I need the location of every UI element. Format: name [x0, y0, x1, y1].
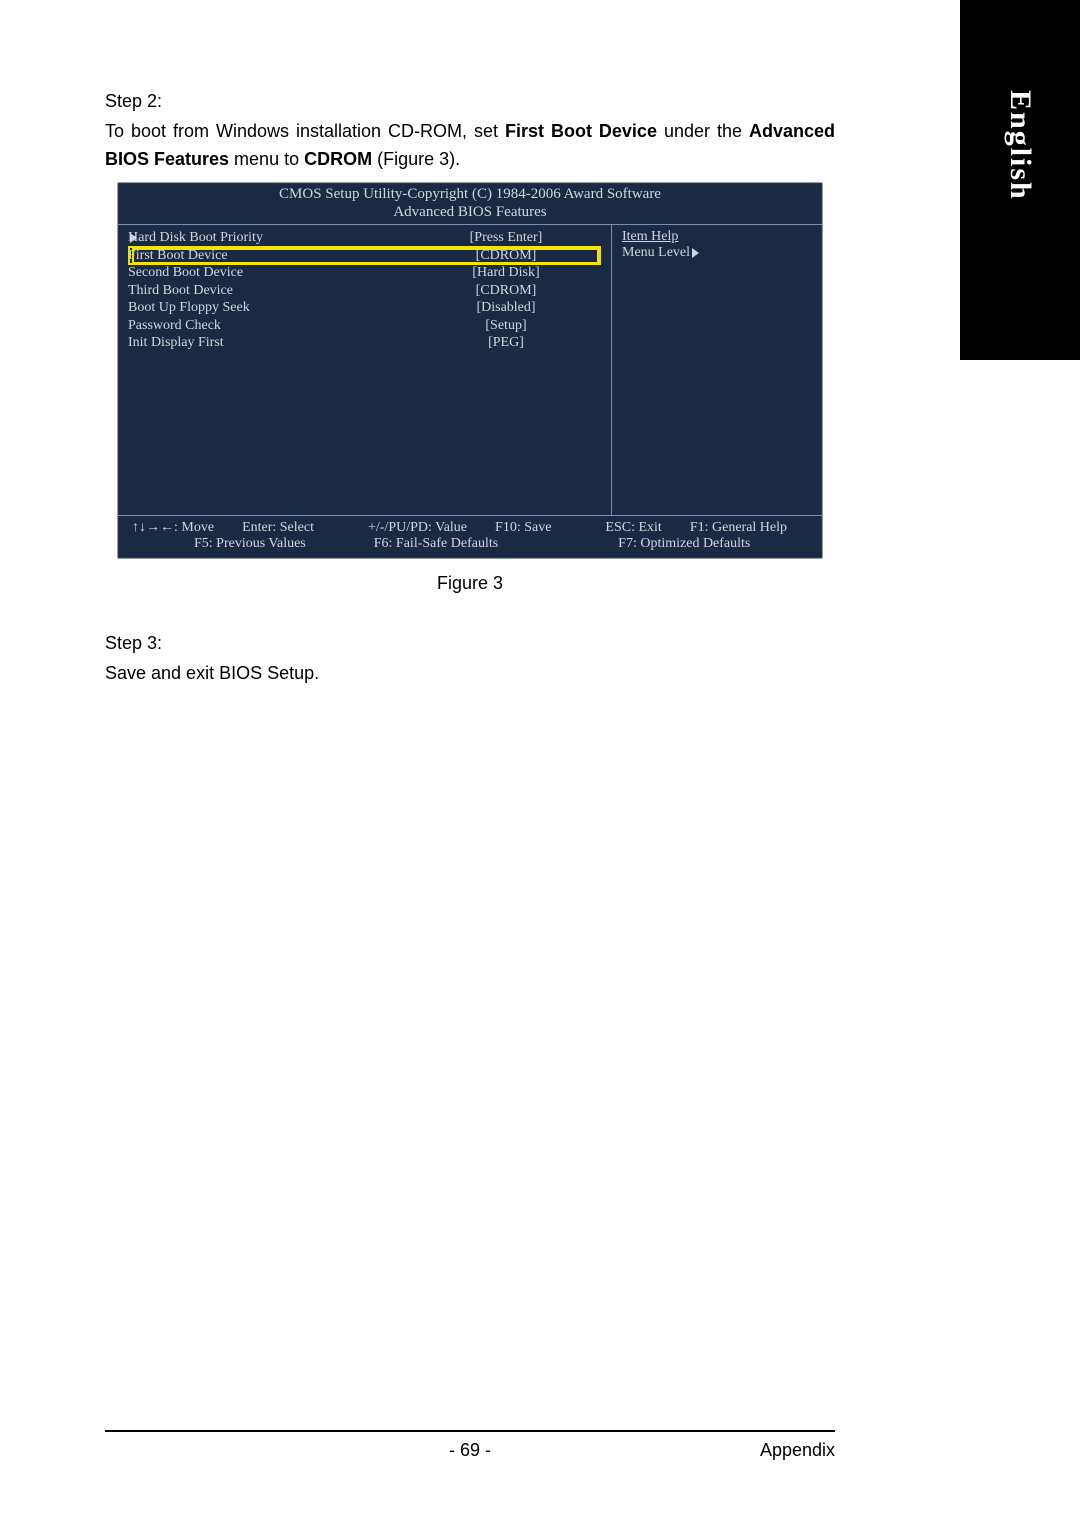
bios-row[interactable]: Init Display First [PEG] — [128, 334, 601, 352]
bios-row-value: [CDROM] — [411, 282, 601, 300]
footer-rule — [105, 1430, 835, 1432]
bios-row[interactable]: First Boot Device[CDROM] — [128, 247, 601, 265]
item-help-label: Item Help — [622, 229, 812, 245]
bios-row-label: Second Boot Device — [128, 264, 411, 282]
hint-prev: F5: Previous Values — [194, 536, 306, 552]
bios-settings-panel: Hard Disk Boot Priority [Press Enter]Firs… — [118, 225, 611, 515]
bios-row-label: Hard Disk Boot Priority — [128, 229, 411, 247]
bios-help-panel: Item Help Menu Level — [611, 225, 822, 515]
bios-footer: ↑↓→←: Move Enter: Select +/-/PU/PD: Valu… — [118, 516, 822, 558]
bios-row[interactable]: Boot Up Floppy Seek [Disabled] — [128, 299, 601, 317]
menu-level-label: Menu Level — [622, 245, 812, 261]
language-tab: English — [960, 0, 1080, 360]
bios-header-line1: CMOS Setup Utility-Copyright (C) 1984-20… — [118, 185, 822, 204]
hint-failsafe: F6: Fail-Safe Defaults — [374, 536, 498, 552]
page-content: Step 2: To boot from Windows installatio… — [105, 88, 835, 690]
bios-body: Hard Disk Boot Priority [Press Enter]Firs… — [118, 224, 822, 516]
bios-row-label: Boot Up Floppy Seek — [128, 299, 411, 317]
menu-level-text: Menu Level — [622, 245, 690, 260]
step2-t2: under the — [657, 121, 749, 141]
hint-enter: Enter: Select — [242, 520, 314, 536]
hint-help: F1: General Help — [690, 520, 787, 536]
hint-save: F10: Save — [495, 520, 551, 536]
bios-row-value: [Setup] — [411, 317, 601, 335]
bios-row-label-text: Third Boot Device — [128, 283, 233, 298]
bios-row-value: [PEG] — [411, 334, 601, 352]
step2-title: Step 2: — [105, 88, 835, 116]
bios-header-line2: Advanced BIOS Features — [118, 203, 822, 222]
bios-row-value: [Hard Disk] — [411, 264, 601, 282]
step2-body: To boot from Windows installation CD-ROM… — [105, 118, 835, 174]
menu-level-arrow-icon — [692, 248, 699, 258]
bios-screenshot: CMOS Setup Utility-Copyright (C) 1984-20… — [117, 182, 823, 560]
page-number: - 69 - — [449, 1440, 491, 1461]
section-name: Appendix — [760, 1440, 835, 1461]
language-label: English — [1003, 90, 1037, 201]
bios-row-label: Third Boot Device — [128, 282, 411, 300]
bios-row-label: First Boot Device — [128, 247, 411, 265]
hint-optimized: F7: Optimized Defaults — [618, 536, 750, 552]
bios-row-label-text: Hard Disk Boot Priority — [128, 230, 263, 245]
bios-row[interactable]: Second Boot Device [Hard Disk] — [128, 264, 601, 282]
bios-row[interactable]: Third Boot Device [CDROM] — [128, 282, 601, 300]
hint-move: ↑↓→←: Move — [132, 520, 214, 536]
bios-row[interactable]: Hard Disk Boot Priority [Press Enter] — [128, 229, 601, 247]
figure-caption: Figure 3 — [105, 573, 835, 594]
page-footer: - 69 - Appendix — [105, 1440, 835, 1461]
bios-header: CMOS Setup Utility-Copyright (C) 1984-20… — [118, 183, 822, 225]
bios-row[interactable]: Password Check [Setup] — [128, 317, 601, 335]
bios-row-value: [Disabled] — [411, 299, 601, 317]
step3-block: Step 3: Save and exit BIOS Setup. — [105, 630, 835, 688]
bios-row-label: Init Display First — [128, 334, 411, 352]
caret-right-icon — [130, 233, 137, 243]
bios-row-label-text: Second Boot Device — [128, 265, 243, 280]
step2-t4: (Figure 3). — [372, 149, 460, 169]
step2-t3: menu to — [229, 149, 304, 169]
step3-text: Save and exit BIOS Setup. — [105, 660, 835, 688]
bios-row-value: [Press Enter] — [411, 229, 601, 247]
step3-title: Step 3: — [105, 630, 835, 658]
bios-row-value: [CDROM] — [411, 247, 601, 265]
bios-row-label-text: Password Check — [128, 318, 221, 333]
hint-exit: ESC: Exit — [605, 520, 661, 536]
step2-t1: To boot from Windows installation CD-ROM… — [105, 121, 505, 141]
bios-row-label-text: Init Display First — [128, 335, 224, 350]
step2-b1: First Boot Device — [505, 121, 657, 141]
bios-row-label: Password Check — [128, 317, 411, 335]
step2-b3: CDROM — [304, 149, 372, 169]
bios-row-label-text: Boot Up Floppy Seek — [128, 300, 250, 315]
hint-value: +/-/PU/PD: Value — [368, 520, 467, 536]
